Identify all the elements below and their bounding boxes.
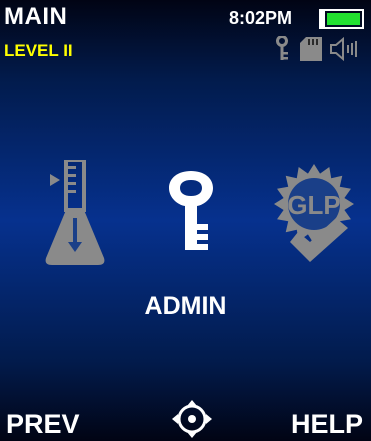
navigation-pad-icon[interactable]: [171, 400, 213, 438]
key-icon[interactable]: [166, 168, 216, 254]
device-screen: MAIN LEVEL II 8:02PM GLP ADMIN PREV HELP: [0, 0, 371, 441]
key-icon: [276, 36, 288, 60]
battery-fill: [327, 13, 360, 25]
help-softkey[interactable]: HELP: [291, 409, 363, 439]
clock: 8:02PM: [229, 8, 293, 28]
prev-softkey[interactable]: PREV: [6, 409, 80, 439]
selected-mode-label: ADMIN: [144, 292, 227, 320]
sd-card-icon: [300, 37, 322, 61]
flask-icon[interactable]: [44, 160, 106, 268]
speaker-icon: [330, 36, 357, 62]
screen-title: MAIN: [4, 3, 68, 30]
glp-badge-label: GLP: [287, 190, 340, 220]
battery-icon: [319, 9, 364, 29]
access-level: LEVEL II: [4, 41, 73, 60]
glp-badge-icon[interactable]: GLP: [268, 160, 360, 264]
